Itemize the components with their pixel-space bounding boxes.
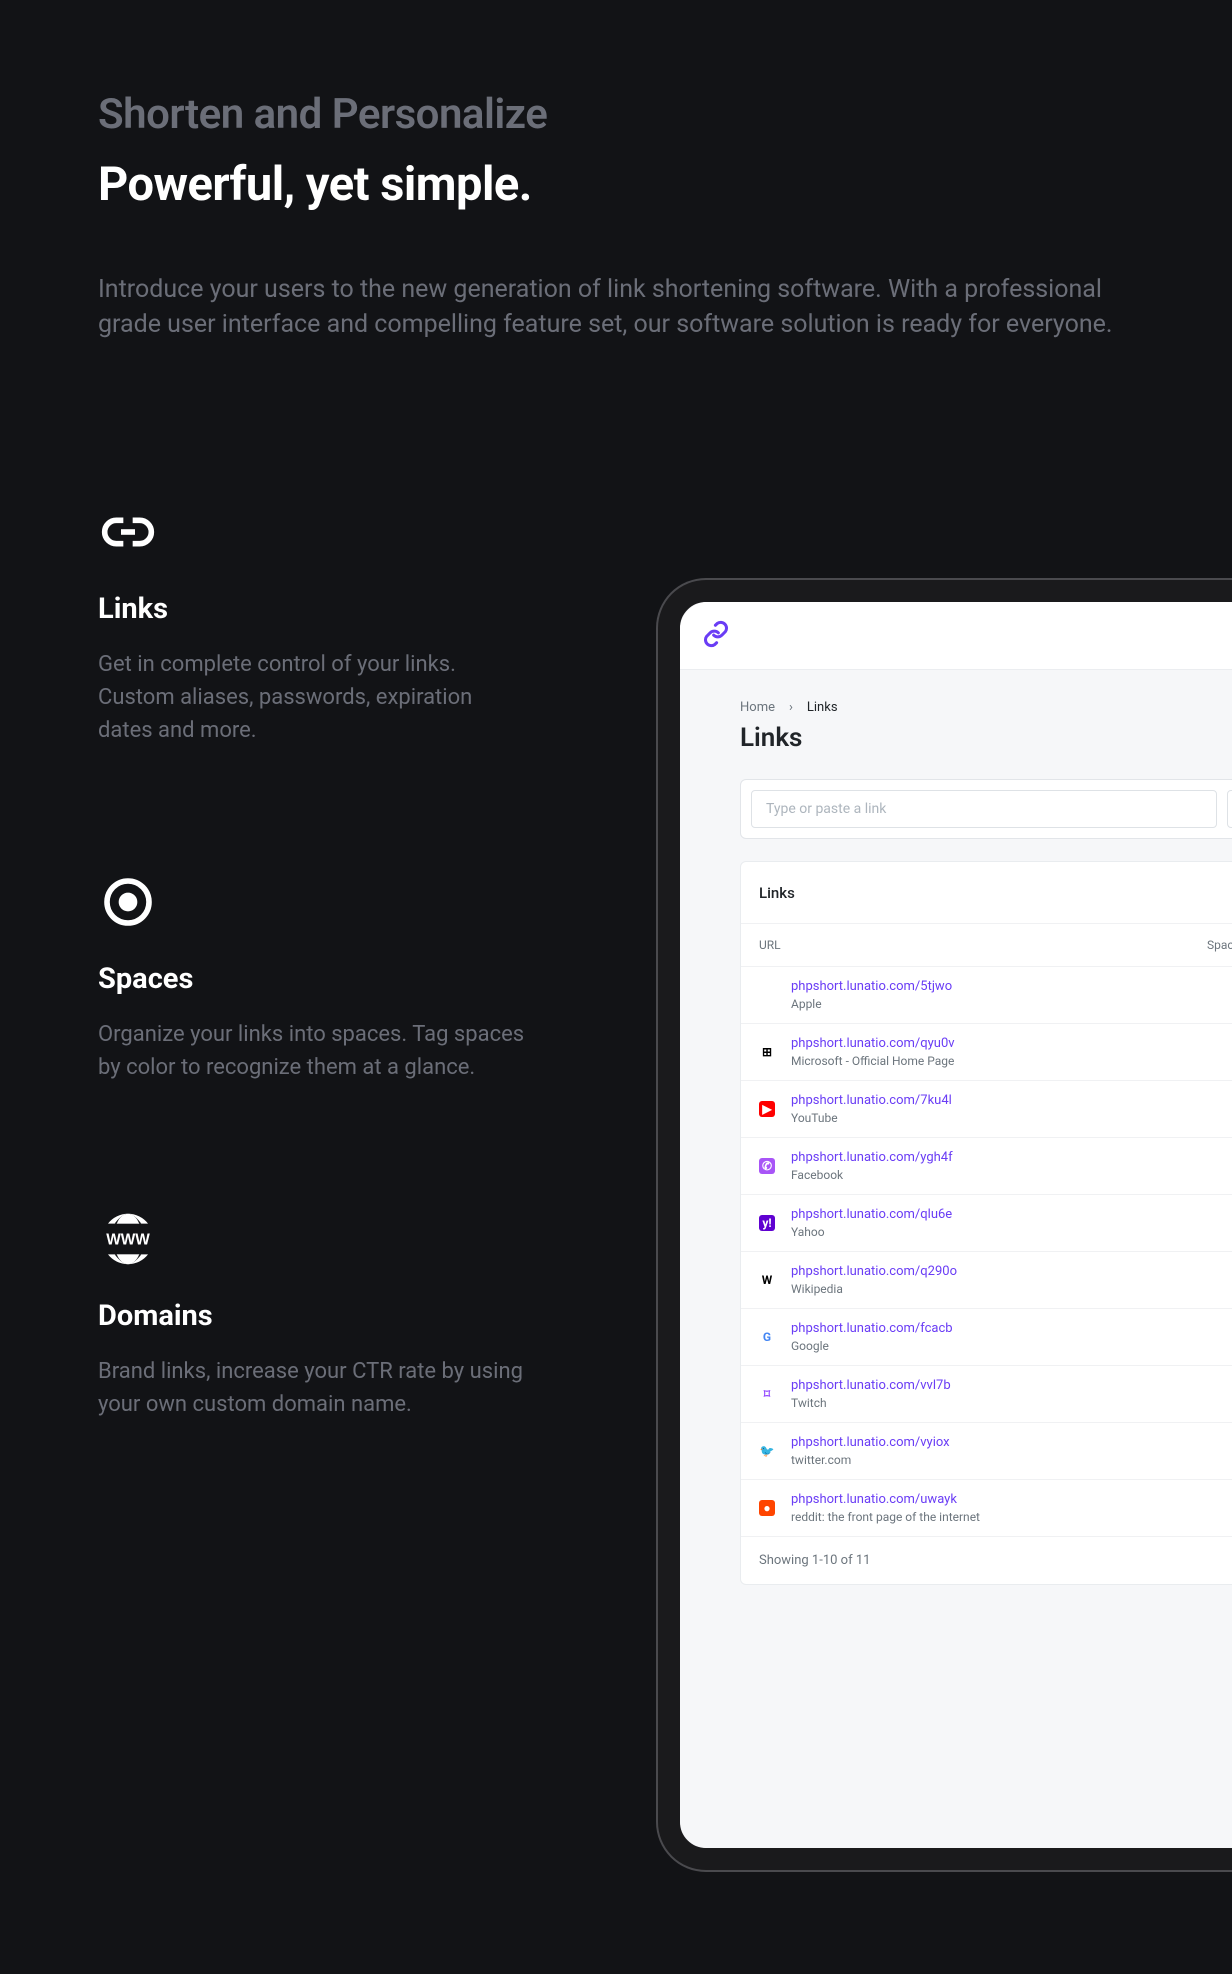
table-row[interactable]: ⊞ phpshort.lunatio.com/qyu0v Microsoft - O…	[741, 1023, 1232, 1080]
card-title: Links	[759, 884, 795, 902]
table-row[interactable]: y!phpshort.lunatio.com/qlu6eYahooCampaig…	[741, 1194, 1232, 1251]
app-logo-icon	[702, 620, 730, 652]
short-link[interactable]: phpshort.lunatio.com/fcacb	[791, 1321, 1232, 1336]
site-title: reddit: the front page of the internet	[791, 1510, 1232, 1524]
feature-links: Links Get in complete control of your li…	[98, 502, 528, 747]
table-row[interactable]: Gphpshort.lunatio.com/fcacbGooglePersona…	[741, 1308, 1232, 1365]
short-link[interactable]: phpshort.lunatio.com/vvl7b	[791, 1378, 1232, 1393]
hero-intro: Introduce your users to the new generati…	[98, 272, 1128, 342]
site-favicon: ⌑	[759, 1386, 775, 1402]
app-header	[680, 602, 1232, 670]
short-link[interactable]: phpshort.lunatio.com/7ku4l	[791, 1093, 1232, 1108]
device-mock: Home › Links Links Type or paste a link …	[658, 580, 1232, 1870]
feature-desc: Organize your links into spaces. Tag spa…	[98, 1018, 528, 1084]
table-row[interactable]: Wphpshort.lunatio.com/q290oWikipediaNone	[741, 1251, 1232, 1308]
hero-title: Powerful, yet simple.	[98, 157, 1232, 212]
site-title: Wikipedia	[791, 1282, 1232, 1296]
feature-desc: Brand links, increase your CTR rate by u…	[98, 1355, 528, 1421]
site-title: Microsoft - Official Home Page	[791, 1054, 1232, 1068]
site-title: Facebook	[791, 1168, 1232, 1182]
chevron-right-icon: ›	[789, 700, 793, 715]
table-row[interactable]: ● phpshort.lunatio.com/uwayk reddit: the f…	[741, 1479, 1232, 1536]
short-link[interactable]: phpshort.lunatio.com/5tjwo	[791, 979, 1232, 994]
site-favicon: W	[759, 1272, 775, 1288]
feature-title: Links	[98, 592, 528, 626]
site-title: Google	[791, 1339, 1232, 1353]
breadcrumb-home[interactable]: Home	[740, 700, 775, 715]
table-row[interactable]: ⌑phpshort.lunatio.com/vvl7bTwitchPublic	[741, 1365, 1232, 1422]
site-favicon: y!	[759, 1215, 775, 1231]
feature-domains: WWW Domains Brand links, increase your C…	[98, 1209, 528, 1421]
site-title: Apple	[791, 997, 1232, 1011]
site-title: Twitch	[791, 1396, 1232, 1410]
short-link[interactable]: phpshort.lunatio.com/uwayk	[791, 1492, 1232, 1507]
link-form: Type or paste a link	[740, 779, 1232, 839]
breadcrumb-current: Links	[807, 700, 838, 715]
target-icon	[98, 872, 158, 932]
col-space: Space	[1207, 938, 1232, 952]
table-header: URL Space	[741, 923, 1232, 966]
hero-subtitle: Shorten and Personalize	[98, 90, 1232, 139]
site-favicon: G	[759, 1329, 775, 1345]
table-row[interactable]: phpshort.lunatio.com/5tjwoApplePersonal	[741, 966, 1232, 1023]
breadcrumb: Home › Links	[740, 700, 1232, 715]
site-favicon: ⊞	[759, 1044, 775, 1060]
page-title: Links	[740, 723, 1232, 753]
site-title: YouTube	[791, 1111, 1232, 1125]
feature-title: Spaces	[98, 962, 528, 996]
site-favicon: 🐦	[759, 1443, 775, 1459]
table-row[interactable]: ▶phpshort.lunatio.com/7ku4lYouTubeMarket…	[741, 1080, 1232, 1137]
pagination: Showing 1-10 of 11	[741, 1536, 1232, 1584]
table-row[interactable]: 🐦phpshort.lunatio.com/vyioxtwitter.comIm…	[741, 1422, 1232, 1479]
link-icon	[98, 502, 158, 562]
svg-text:WWW: WWW	[106, 1232, 150, 1249]
short-link[interactable]: phpshort.lunatio.com/qyu0v	[791, 1036, 1232, 1051]
site-favicon	[759, 987, 775, 1003]
short-link[interactable]: phpshort.lunatio.com/ygh4f	[791, 1150, 1232, 1165]
short-link[interactable]: phpshort.lunatio.com/vyiox	[791, 1435, 1232, 1450]
col-url: URL	[759, 938, 1207, 952]
short-link[interactable]: phpshort.lunatio.com/q290o	[791, 1264, 1232, 1279]
links-card: Links Search URL Space phpshort.lunatio.…	[740, 861, 1232, 1585]
table-row[interactable]: ✆phpshort.lunatio.com/ygh4fFacebookPerso…	[741, 1137, 1232, 1194]
feature-spaces: Spaces Organize your links into spaces. …	[98, 872, 528, 1084]
feature-desc: Get in complete control of your links. C…	[98, 648, 528, 747]
www-icon: WWW	[98, 1209, 158, 1269]
site-favicon: ●	[759, 1500, 775, 1516]
site-favicon: ✆	[759, 1158, 775, 1174]
tag-button[interactable]	[1227, 790, 1232, 828]
feature-title: Domains	[98, 1299, 528, 1333]
short-link[interactable]: phpshort.lunatio.com/qlu6e	[791, 1207, 1232, 1222]
site-title: twitter.com	[791, 1453, 1232, 1467]
site-favicon: ▶	[759, 1101, 775, 1117]
site-title: Yahoo	[791, 1225, 1232, 1239]
link-input[interactable]: Type or paste a link	[751, 790, 1217, 828]
